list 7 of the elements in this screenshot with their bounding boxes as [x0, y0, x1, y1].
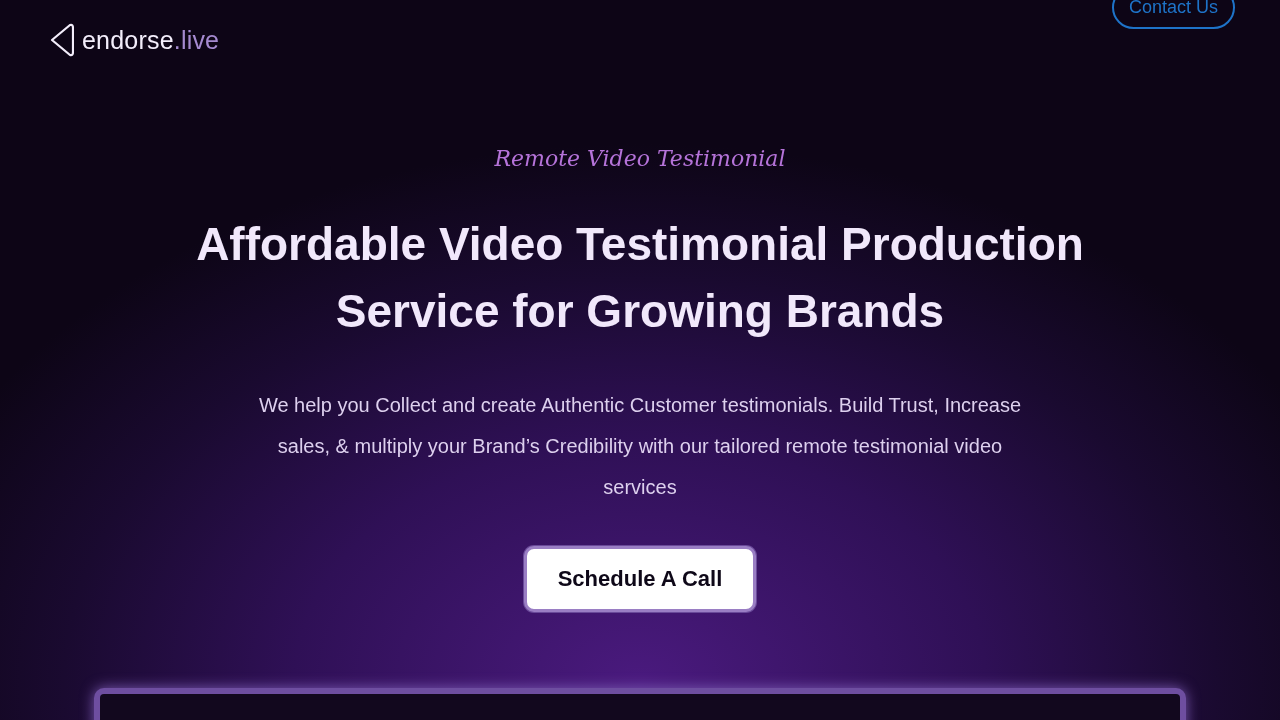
- eyebrow-text: Remote Video Testimonial: [494, 146, 786, 171]
- logo-text: endorse.live: [82, 25, 220, 55]
- logo-icon: [48, 22, 74, 58]
- schedule-call-button[interactable]: Schedule A Call: [523, 546, 757, 612]
- hero-description: We help you Collect and create Authentic Customer testimonials. Build Trust, Increase sales, & multiply your Brand’s Credibility with our tailored remote testimonial video services: [257, 393, 1023, 500]
- hero-title: Affordable Video Testimonial Production Service for Growing Brands: [195, 217, 1085, 339]
- contact-us-button[interactable]: Contact Us: [1111, 0, 1235, 29]
